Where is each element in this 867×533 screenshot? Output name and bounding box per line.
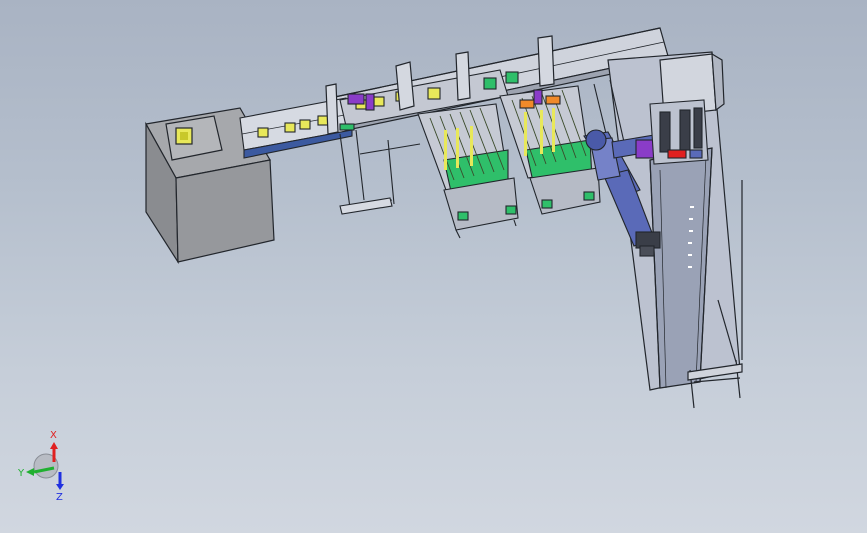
y-axis-head [26, 468, 34, 476]
x-axis-head [50, 442, 58, 449]
axis-triad: X Y Z [16, 428, 76, 506]
z-axis-label: Z [56, 492, 63, 503]
left-turntable-magazine [417, 103, 519, 239]
gripper-station [649, 99, 709, 165]
z-axis-head [56, 484, 64, 490]
y-axis-label: Y [17, 468, 25, 479]
x-axis-label: X [50, 430, 57, 441]
assembly-model[interactable] [0, 0, 867, 533]
cad-graphics-viewport[interactable]: X Y Z [0, 0, 867, 533]
